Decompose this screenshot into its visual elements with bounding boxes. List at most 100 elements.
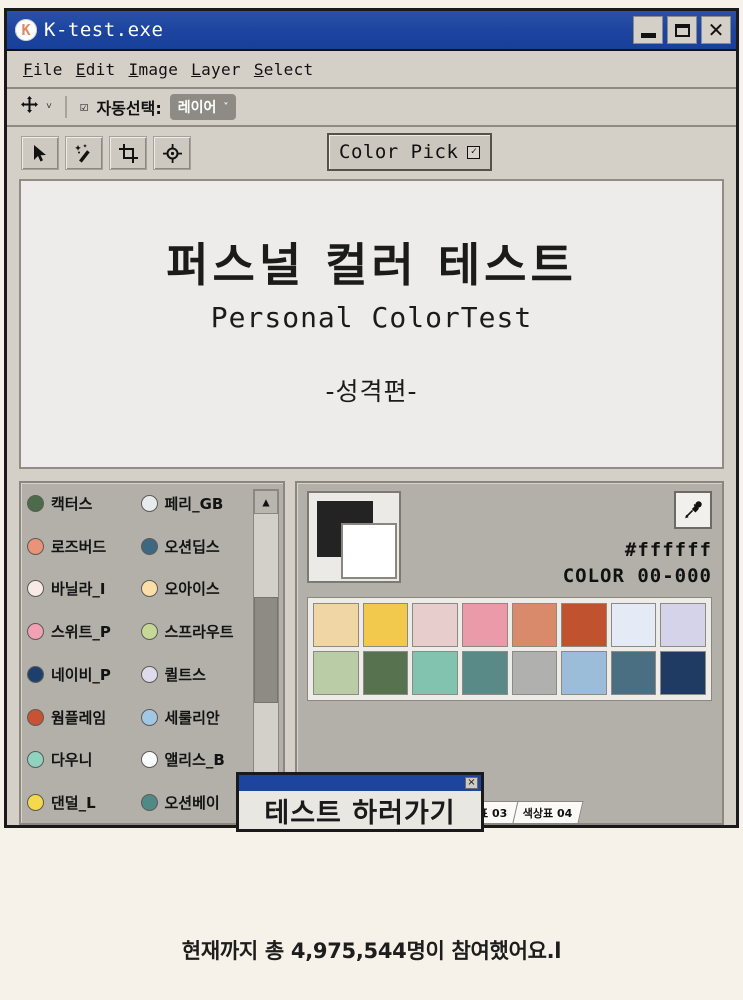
test-cta-dialog[interactable]: × 테스트 하러가기	[236, 772, 484, 832]
menu-item-image[interactable]: Image	[129, 60, 179, 79]
palette-swatch[interactable]	[412, 651, 458, 695]
list-item[interactable]: 페리_GB	[140, 489, 251, 518]
maximize-icon	[674, 23, 690, 37]
palette-swatch[interactable]	[362, 603, 409, 647]
chevron-down-icon: ˅	[223, 101, 229, 113]
layer-dropdown-value: 레이어	[177, 100, 217, 116]
list-item[interactable]: 네이비_P	[27, 660, 137, 689]
maximize-button[interactable]	[667, 16, 697, 44]
color-list-columns: 캑터스 로즈버드 바닐라_I 스위트_P 네이비_P 웜플레임 다우니 댄덜_L…	[27, 489, 250, 817]
target-tool-button[interactable]	[153, 136, 191, 170]
palette-swatch[interactable]	[561, 603, 607, 647]
background-color-swatch[interactable]	[341, 523, 397, 579]
list-item-label: 웜플레임	[51, 708, 107, 727]
color-dot-icon	[140, 708, 158, 726]
list-item[interactable]: 세룰리안	[140, 703, 251, 732]
color-dot-icon	[27, 793, 44, 811]
palette-swatch[interactable]	[511, 651, 558, 695]
color-list-column-right: 페리_GB 오션딥스 오아이스 스프라우트 퀼트스 세룰리안 앨리스_B 오션베…	[140, 489, 251, 817]
palette-swatch[interactable]	[511, 603, 558, 647]
list-item-label: 스프라우트	[164, 623, 234, 642]
palette-swatch[interactable]	[461, 603, 508, 647]
tab-palette-04[interactable]: 색상표 04	[511, 801, 583, 823]
palette-grid	[307, 597, 712, 701]
color-code-readout: COLOR 00-000	[562, 565, 712, 587]
move-tool-chevron-down-icon[interactable]: ˅	[46, 101, 52, 113]
color-dot-icon	[27, 708, 44, 726]
crop-tool-button[interactable]	[109, 136, 147, 170]
palette-swatch[interactable]	[660, 651, 706, 695]
color-pick-label: Color Pick	[339, 141, 459, 163]
title-bar: K K-test.exe ✕	[7, 11, 736, 51]
color-list-scrollbar[interactable]: ▲ ▼	[253, 489, 279, 817]
list-item[interactable]: 스위트_P	[27, 617, 137, 646]
list-item[interactable]: 웜플레임	[27, 703, 137, 732]
scrollbar-thumb[interactable]	[254, 597, 278, 704]
scrollbar-track[interactable]	[254, 514, 278, 792]
list-item[interactable]: 댄덜_L	[27, 788, 137, 817]
canvas-area: 퍼스널 컬러 테스트 Personal ColorTest -성격편-	[19, 179, 724, 469]
menu-item-file[interactable]: File	[23, 60, 63, 79]
color-dot-icon	[140, 751, 158, 769]
canvas-title: 퍼스널 컬러 테스트	[166, 238, 577, 293]
move-tool-icon[interactable]	[21, 96, 38, 118]
palette-swatch[interactable]	[313, 603, 359, 647]
palette-swatch[interactable]	[561, 651, 607, 695]
list-item[interactable]: 오션딥스	[140, 532, 251, 561]
color-list-column-left: 캑터스 로즈버드 바닐라_I 스위트_P 네이비_P 웜플레임 다우니 댄덜_L	[27, 489, 137, 817]
palette-swatch[interactable]	[412, 603, 458, 647]
list-item[interactable]: 스프라우트	[140, 617, 251, 646]
list-item[interactable]: 오아이스	[140, 574, 251, 603]
palette-swatch[interactable]	[610, 651, 657, 695]
color-dot-icon	[27, 580, 44, 598]
list-item[interactable]: 다우니	[27, 745, 137, 774]
auto-select-label: 자동선택:	[96, 99, 162, 118]
palette-swatch[interactable]	[313, 651, 359, 695]
close-button[interactable]: ✕	[701, 16, 731, 44]
canvas-subtitle: Personal ColorTest	[210, 300, 533, 334]
list-item[interactable]: 로즈버드	[27, 532, 137, 561]
layer-dropdown[interactable]: 레이어 ˅	[169, 94, 237, 120]
list-item-label: 세룰리안	[164, 708, 220, 727]
list-item-label: 퀼트스	[164, 665, 206, 684]
minimize-icon	[640, 32, 656, 38]
list-item[interactable]: 앨리스_B	[140, 745, 251, 774]
menu-item-edit[interactable]: Edit	[76, 60, 116, 79]
palette-swatch[interactable]	[362, 651, 409, 695]
minimize-button[interactable]	[633, 16, 663, 44]
color-pick-checkbox-icon: ✓	[467, 145, 481, 159]
eyedropper-button[interactable]	[674, 491, 712, 529]
app-k-icon: K	[15, 19, 37, 41]
canvas-tagline: -성격편-	[325, 376, 418, 406]
palette-swatch[interactable]	[660, 603, 706, 647]
color-dot-icon	[27, 495, 44, 512]
list-item-label: 오션딥스	[164, 537, 220, 556]
color-pick-button[interactable]: Color Pick ✓	[327, 133, 493, 171]
palette-swatch[interactable]	[610, 603, 657, 647]
scroll-up-arrow-icon[interactable]: ▲	[254, 490, 278, 514]
color-dot-icon	[140, 537, 158, 555]
eyedropper-icon	[685, 501, 702, 519]
menu-item-select[interactable]: Select	[254, 60, 314, 79]
magic-wand-tool-button[interactable]	[65, 136, 103, 170]
application-window: K K-test.exe ✕ File Edit Image Layer Sel…	[4, 8, 739, 828]
list-item[interactable]: 바닐라_I	[27, 574, 137, 603]
menu-bar: File Edit Image Layer Select	[7, 51, 736, 89]
list-item-label: 오션베이	[164, 793, 220, 812]
auto-select-checkbox[interactable]: ☑	[80, 99, 88, 115]
dialog-close-icon[interactable]: ×	[465, 777, 478, 789]
color-dot-icon	[27, 623, 44, 641]
dialog-title-bar: ×	[239, 775, 481, 791]
list-item[interactable]: 캑터스	[27, 489, 137, 518]
dialog-body[interactable]: 테스트 하러가기	[239, 791, 481, 830]
color-dot-icon	[140, 495, 158, 512]
close-icon: ✕	[707, 18, 725, 42]
list-item-label: 로즈버드	[51, 537, 107, 556]
palette-swatch[interactable]	[461, 651, 508, 695]
list-item[interactable]: 퀼트스	[140, 660, 251, 689]
foreground-background-swatches[interactable]	[307, 491, 401, 583]
menu-item-layer[interactable]: Layer	[191, 60, 241, 79]
list-item[interactable]: 오션베이	[140, 788, 251, 817]
cursor-tool-button[interactable]	[21, 136, 59, 170]
color-dot-icon	[140, 580, 158, 598]
